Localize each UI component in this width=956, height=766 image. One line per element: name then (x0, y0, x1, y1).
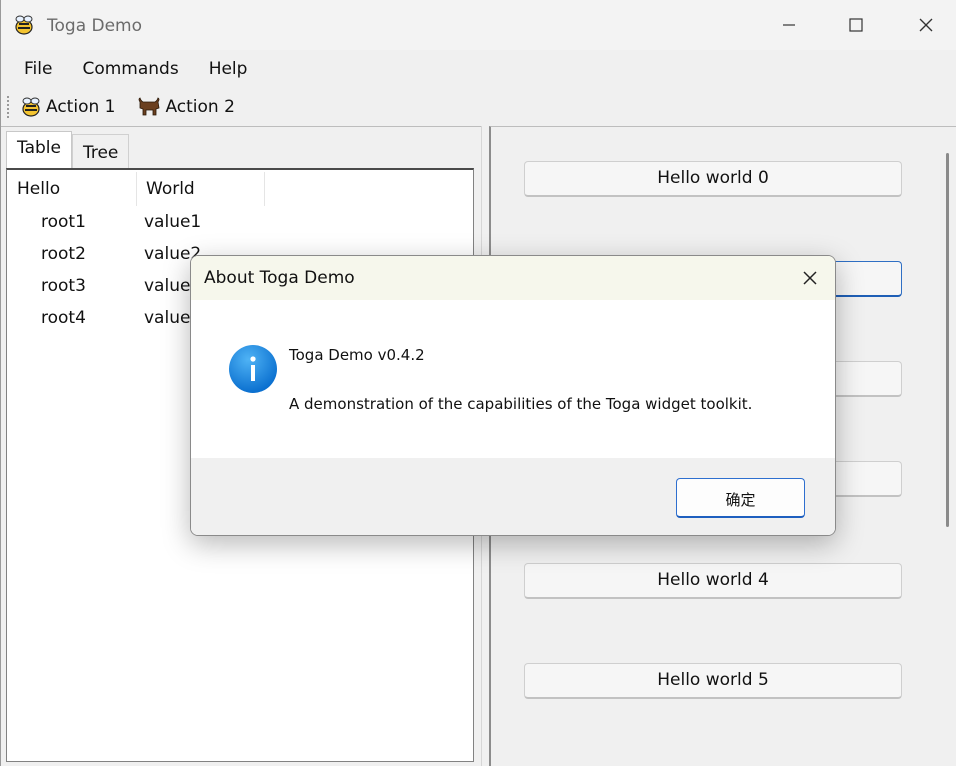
main-window: Toga Demo File Commands Help Action 1 Ac… (0, 0, 956, 766)
dialog-title-bar: About Toga Demo (191, 256, 835, 300)
toolbar: Action 1 Action 2 (1, 88, 956, 126)
table-row[interactable]: root1 value1 (7, 207, 473, 239)
close-icon (803, 271, 817, 285)
action2-label: Action 2 (165, 97, 235, 117)
info-icon (229, 345, 277, 393)
toolbar-grip[interactable] (7, 96, 10, 118)
dialog-close-button[interactable] (785, 256, 835, 300)
window-title: Toga Demo (47, 16, 143, 36)
menu-file[interactable]: File (9, 59, 67, 79)
action1-button[interactable]: Action 1 (20, 96, 115, 118)
dialog-version-text: Toga Demo v0.4.2 (289, 346, 425, 364)
dialog-content: Toga Demo v0.4.2 A demonstration of the … (191, 300, 835, 458)
vertical-scrollbar[interactable] (946, 153, 949, 527)
bison-icon (139, 97, 160, 116)
close-icon (919, 18, 933, 32)
menu-help[interactable]: Help (194, 59, 263, 79)
action1-label: Action 1 (46, 97, 116, 117)
minimize-button[interactable] (754, 0, 824, 50)
dialog-title: About Toga Demo (204, 268, 355, 288)
close-button[interactable] (891, 0, 956, 50)
minimize-icon (783, 24, 795, 26)
cell-hello: root2 (41, 244, 86, 264)
maximize-button[interactable] (821, 0, 891, 50)
cell-hello: root1 (41, 212, 86, 232)
column-header-world[interactable]: World (137, 172, 265, 206)
title-bar: Toga Demo (1, 0, 956, 50)
ok-button[interactable]: 确定 (676, 478, 805, 518)
action2-button[interactable]: Action 2 (137, 96, 235, 118)
tab-table[interactable]: Table (6, 131, 72, 170)
hello-world-4-button[interactable]: Hello world 4 (524, 563, 902, 599)
cell-hello: root3 (41, 276, 86, 296)
tab-tree[interactable]: Tree (71, 134, 130, 170)
menu-bar: File Commands Help (1, 50, 956, 88)
column-header-hello[interactable]: Hello (7, 172, 137, 206)
bee-icon (22, 97, 40, 117)
dialog-footer: 确定 (191, 458, 835, 535)
about-dialog: About Toga Demo Toga Demo v0.4.2 A demon… (190, 255, 836, 536)
menu-commands[interactable]: Commands (67, 59, 193, 79)
cell-world: value1 (144, 212, 202, 232)
cell-hello: root4 (41, 308, 86, 328)
tab-bar: Table Tree (6, 131, 130, 170)
maximize-icon (849, 18, 863, 32)
bee-app-icon (15, 15, 33, 35)
dialog-description: A demonstration of the capabilities of t… (289, 395, 753, 413)
hello-world-0-button[interactable]: Hello world 0 (524, 161, 902, 197)
hello-world-5-button[interactable]: Hello world 5 (524, 663, 902, 699)
